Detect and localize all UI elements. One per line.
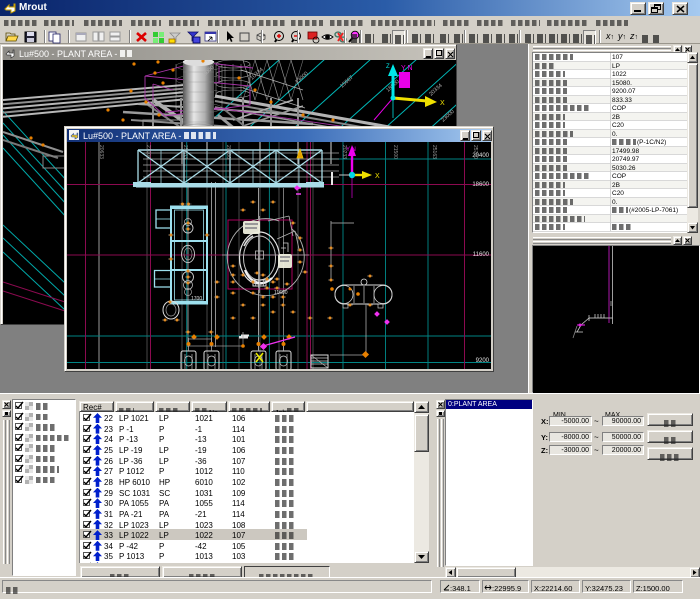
svg-text:11600: 11600: [274, 290, 288, 296]
svg-text:20400: 20400: [225, 145, 231, 159]
svg-text:21500: 21500: [392, 145, 398, 159]
svg-text:X: X: [440, 100, 445, 107]
svg-text:11600: 11600: [473, 252, 490, 258]
svg-text:Y N: Y N: [401, 65, 413, 72]
svg-text:1700: 1700: [191, 296, 202, 302]
svg-text:20334: 20334: [428, 83, 443, 98]
svg-text:X: X: [375, 173, 380, 180]
svg-text:Z: Z: [386, 64, 390, 70]
svg-text:18600: 18600: [472, 182, 489, 188]
svg-text:25033: 25033: [182, 145, 188, 159]
svg-text:20233: 20233: [341, 145, 347, 159]
svg-text:20633: 20633: [98, 145, 104, 159]
svg-text:21000: 21000: [145, 145, 151, 159]
svg-text:23000: 23000: [440, 109, 455, 124]
svg-text:25163: 25163: [431, 145, 437, 159]
svg-text:9200: 9200: [476, 358, 490, 364]
svg-text:13000: 13000: [294, 71, 309, 86]
svg-text:25700: 25700: [472, 145, 478, 159]
svg-text:15667: 15667: [339, 75, 354, 90]
